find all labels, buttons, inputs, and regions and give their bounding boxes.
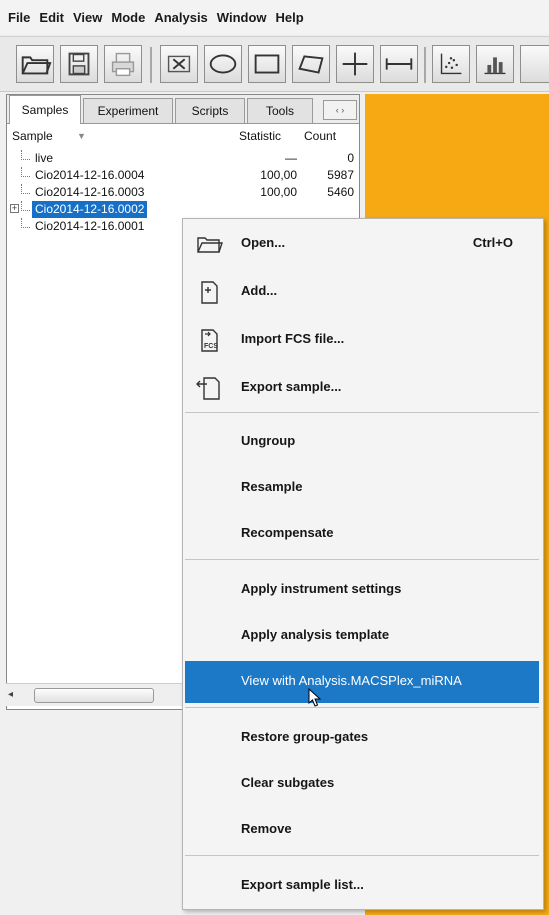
scroll-left-icon[interactable]: ◂ bbox=[8, 689, 13, 700]
expand-icon[interactable]: + bbox=[10, 204, 19, 213]
menu-item-import-fcs[interactable]: FCS Import FCS file... bbox=[183, 319, 543, 361]
sample-statistic: 100,00 bbox=[260, 185, 297, 199]
column-sample[interactable]: Sample bbox=[12, 129, 53, 143]
menu-item-add[interactable]: Add... bbox=[183, 271, 543, 313]
toolbar-separator bbox=[424, 47, 426, 83]
range-gate-icon[interactable] bbox=[380, 45, 418, 83]
menu-item-view-with-analysis[interactable]: View with Analysis.MACSPlex_miRNA bbox=[185, 661, 539, 703]
sort-arrow-icon[interactable]: ▼ bbox=[77, 131, 86, 141]
sample-statistic: — bbox=[285, 151, 297, 165]
menu-window[interactable]: Window bbox=[217, 10, 267, 25]
more-icon[interactable] bbox=[520, 45, 549, 83]
menu-help[interactable]: Help bbox=[276, 10, 304, 25]
polygon-gate-icon[interactable] bbox=[292, 45, 330, 83]
sample-name: Cio2014-12-16.0001 bbox=[35, 219, 145, 233]
tree-row-selected[interactable]: + Cio2014-12-16.0002 bbox=[7, 201, 359, 218]
ellipse-gate-icon[interactable] bbox=[204, 45, 242, 83]
sample-count: 0 bbox=[347, 151, 354, 165]
sample-name: Cio2014-12-16.0002 bbox=[32, 201, 148, 218]
menu-separator bbox=[185, 855, 539, 856]
tab-scroll-arrows[interactable]: ‹ › bbox=[323, 100, 357, 120]
sample-name: live bbox=[35, 151, 54, 165]
print-icon[interactable] bbox=[104, 45, 142, 83]
export-file-icon bbox=[195, 374, 223, 402]
menu-item-remove[interactable]: Remove bbox=[183, 809, 543, 851]
column-statistic[interactable]: Statistic bbox=[239, 129, 281, 143]
column-count[interactable]: Count bbox=[304, 129, 336, 143]
svg-text:FCS: FCS bbox=[204, 343, 218, 350]
quadrant-gate-icon[interactable] bbox=[336, 45, 374, 83]
sample-count: 5460 bbox=[327, 185, 354, 199]
shortcut-label: Ctrl+O bbox=[472, 235, 513, 250]
tree-row[interactable]: live — 0 bbox=[7, 150, 359, 167]
menu-item-export-sample[interactable]: Export sample... bbox=[183, 367, 543, 409]
tree-row[interactable]: Cio2014-12-16.0004 100,00 5987 bbox=[7, 167, 359, 184]
tree-column-header: Sample ▼ Statistic Count bbox=[7, 125, 359, 147]
menu-separator bbox=[185, 707, 539, 708]
scrollbar-thumb[interactable] bbox=[34, 688, 154, 703]
toolbar bbox=[0, 36, 549, 92]
menu-item-open[interactable]: Open... Ctrl+O bbox=[183, 223, 543, 265]
menu-file[interactable]: File bbox=[8, 10, 30, 25]
menu-item-ungroup[interactable]: Ungroup bbox=[183, 421, 543, 463]
open-folder-icon bbox=[195, 230, 223, 258]
menu-analysis[interactable]: Analysis bbox=[154, 10, 207, 25]
tab-samples[interactable]: Samples bbox=[9, 95, 81, 124]
dot-plot-icon[interactable] bbox=[432, 45, 470, 83]
histogram-icon[interactable] bbox=[476, 45, 514, 83]
open-folder-icon[interactable] bbox=[16, 45, 54, 83]
menu-item-apply-instrument-settings[interactable]: Apply instrument settings bbox=[183, 569, 543, 611]
sample-statistic: 100,00 bbox=[260, 168, 297, 182]
menu-view[interactable]: View bbox=[73, 10, 102, 25]
sample-name: Cio2014-12-16.0003 bbox=[35, 185, 145, 199]
menu-item-clear-subgates[interactable]: Clear subgates bbox=[183, 763, 543, 805]
tab-tools[interactable]: Tools bbox=[247, 98, 313, 123]
panel-tabs: Samples Experiment Scripts Tools ‹ › bbox=[7, 95, 359, 124]
menu-separator bbox=[185, 559, 539, 560]
menu-separator bbox=[185, 412, 539, 413]
tab-scripts[interactable]: Scripts bbox=[175, 98, 245, 123]
mouse-cursor-icon bbox=[308, 688, 322, 707]
save-icon[interactable] bbox=[60, 45, 98, 83]
sample-count: 5987 bbox=[327, 168, 354, 182]
import-fcs-icon: FCS bbox=[195, 326, 223, 354]
tab-experiment[interactable]: Experiment bbox=[83, 98, 173, 123]
add-file-icon bbox=[195, 278, 223, 306]
menu-bar: File Edit View Mode Analysis Window Help bbox=[0, 0, 549, 34]
menu-item-apply-analysis-template[interactable]: Apply analysis template bbox=[183, 615, 543, 657]
tree-row[interactable]: Cio2014-12-16.0003 100,00 5460 bbox=[7, 184, 359, 201]
context-menu: Open... Ctrl+O Add... FCS Import FCS fil… bbox=[182, 218, 544, 910]
menu-item-restore-group-gates[interactable]: Restore group-gates bbox=[183, 717, 543, 759]
menu-item-resample[interactable]: Resample bbox=[183, 467, 543, 509]
menu-edit[interactable]: Edit bbox=[39, 10, 64, 25]
delete-x-icon[interactable] bbox=[160, 45, 198, 83]
menu-item-export-sample-list[interactable]: Export sample list... bbox=[183, 865, 543, 907]
menu-item-recompensate[interactable]: Recompensate bbox=[183, 513, 543, 555]
sample-name: Cio2014-12-16.0004 bbox=[35, 168, 145, 182]
rectangle-gate-icon[interactable] bbox=[248, 45, 286, 83]
toolbar-separator bbox=[150, 47, 152, 83]
menu-mode[interactable]: Mode bbox=[111, 10, 145, 25]
